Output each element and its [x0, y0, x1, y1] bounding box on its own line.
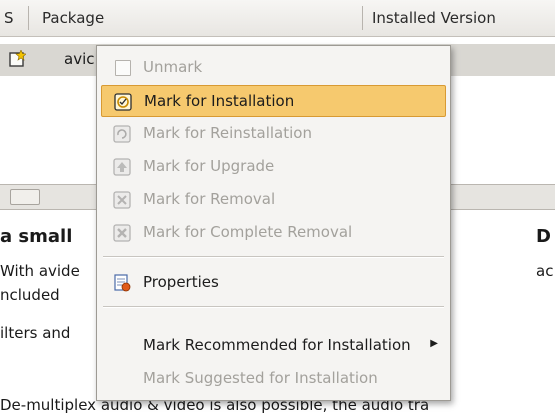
menu-item-label: Mark Suggested for Installation [143, 369, 378, 387]
menu-item-label: Mark for Upgrade [143, 157, 275, 175]
column-separator[interactable] [28, 6, 29, 30]
upgrade-icon [113, 158, 131, 176]
menu-item-label: Properties [143, 273, 219, 291]
package-list-header: S Package Installed Version [0, 0, 555, 37]
package-name: avic [64, 50, 95, 68]
menu-item-mark-for-reinstallation[interactable]: Mark for Reinstallation [101, 118, 446, 150]
description-line-right: ac [536, 262, 554, 280]
scrollbar-thumb[interactable] [10, 189, 40, 205]
menu-separator [103, 256, 444, 258]
description-line: ncluded [0, 286, 60, 304]
menu-item-label: Mark for Reinstallation [143, 124, 312, 142]
menu-item-properties[interactable]: Properties [101, 267, 446, 299]
submenu-arrow-icon: ▶ [430, 338, 438, 349]
column-package-header[interactable]: Package [42, 0, 104, 36]
purge-icon [113, 224, 131, 242]
menu-item-mark-for-removal[interactable]: Mark for Removal [101, 184, 446, 216]
menu-item-mark-for-complete-removal[interactable]: Mark for Complete Removal [101, 217, 446, 249]
menu-item-label: Mark Recommended for Installation [143, 336, 411, 354]
properties-icon [114, 274, 131, 292]
menu-item-mark-suggested[interactable]: Mark Suggested for Installation [101, 363, 446, 395]
reinstall-icon [113, 125, 131, 143]
column-installed-version-header[interactable]: Installed Version [372, 0, 496, 36]
menu-item-mark-for-installation[interactable]: Mark for Installation [101, 85, 446, 117]
menu-item-label: Mark for Complete Removal [143, 223, 353, 241]
column-status-header[interactable]: S [4, 0, 14, 36]
remove-icon [113, 191, 131, 209]
package-star-icon[interactable] [8, 50, 26, 68]
menu-item-mark-recommended[interactable]: Mark Recommended for Installation ▶ [101, 330, 446, 362]
menu-item-mark-for-upgrade[interactable]: Mark for Upgrade [101, 151, 446, 183]
description-line: ilters and [0, 324, 71, 342]
install-icon [114, 93, 132, 111]
column-separator[interactable] [362, 6, 363, 30]
description-title: a small [0, 226, 73, 247]
description-line: With avide [0, 262, 80, 280]
menu-item-label: Mark for Installation [144, 92, 295, 110]
menu-item-label: Unmark [143, 58, 203, 76]
checkbox-icon [115, 60, 131, 76]
context-menu: Unmark Mark for Installation Mark for Re… [96, 45, 451, 401]
menu-item-label: Mark for Removal [143, 190, 276, 208]
description-title-right: D [536, 226, 551, 247]
menu-separator [103, 306, 444, 308]
menu-item-unmark[interactable]: Unmark [101, 52, 446, 84]
